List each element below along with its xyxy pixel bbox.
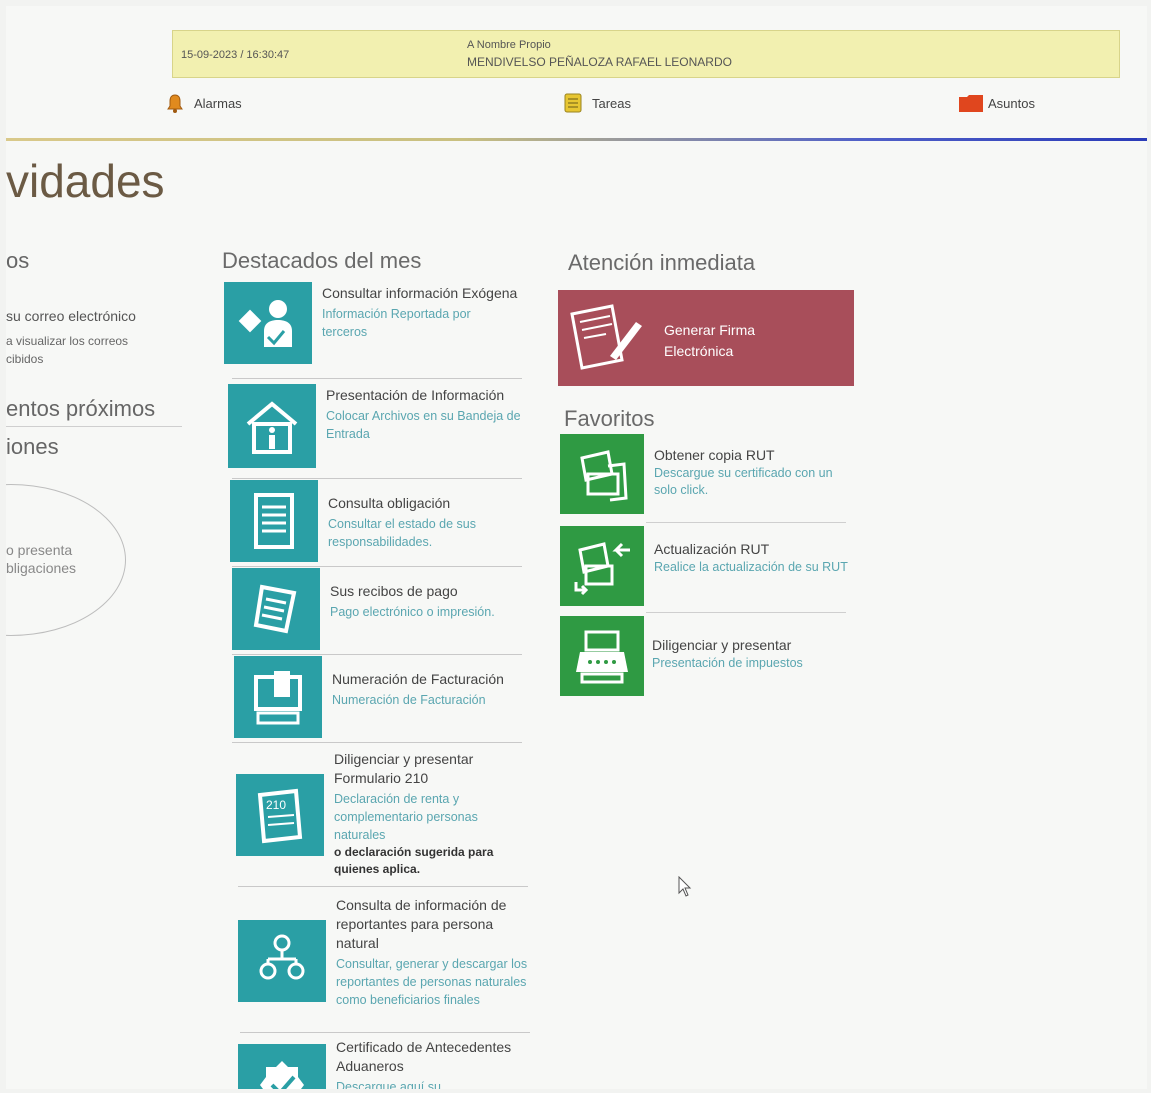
invoice-terminal-icon	[234, 656, 322, 738]
destacado-certificado[interactable]: Certificado de Antecedentes Aduaneros De…	[238, 1036, 530, 1089]
destacado-title: Presentación de Información	[326, 387, 505, 403]
destacado-title: Numeración de Facturación	[332, 671, 504, 687]
destacado-bold-note: o declaración sugerida para quienes apli…	[334, 845, 494, 876]
destacado-sub: Declaración de renta y complementario pe…	[334, 792, 478, 842]
tax-present-icon	[560, 616, 644, 696]
destacado-title: Consulta de información de reportantes p…	[336, 897, 507, 951]
separator	[238, 886, 528, 887]
mail-link[interactable]: su correo electrónico	[6, 308, 136, 324]
favorito-title: Obtener copia RUT	[654, 447, 775, 463]
destacado-title: Certificado de Antecedentes Aduaneros	[336, 1039, 512, 1074]
page-frame: 15-09-2023 / 16:30:47 A Nombre Propio ME…	[6, 6, 1147, 1089]
generar-firma-button[interactable]: Generar Firma Electrónica	[558, 290, 854, 386]
certificate-check-icon	[238, 1044, 326, 1089]
favorito-sub: Presentación de impuestos	[652, 656, 803, 670]
mouse-cursor-icon	[678, 876, 692, 897]
separator	[232, 478, 522, 479]
tasks-icon	[562, 92, 584, 114]
people-network-icon	[238, 920, 326, 1002]
nav-asuntos-label: Asuntos	[988, 95, 1035, 111]
destacado-title: Consultar información Exógena	[322, 285, 518, 301]
destacado-title: Diligenciar y presentar Formulario 210	[334, 751, 474, 786]
session-datetime: 15-09-2023 / 16:30:47	[181, 49, 290, 61]
nav-tareas-label: Tareas	[592, 95, 632, 111]
favorito-actualizacion-rut[interactable]: Actualización RUT Realice la actualizaci…	[560, 526, 850, 610]
favorito-sub: Descargue su certificado con un solo cli…	[654, 466, 833, 497]
document-list-icon	[230, 480, 318, 562]
nav-asuntos[interactable]: Asuntos	[958, 92, 1035, 114]
user-name: MENDIVELSO PEÑALOZA RAFAEL LEONARDO	[467, 55, 732, 69]
page-title: vidades	[6, 155, 165, 207]
destacados-heading: Destacados del mes	[222, 248, 422, 273]
destacado-exogena[interactable]: Consultar información Exógena Informació…	[224, 282, 518, 370]
rut-update-icon	[560, 526, 644, 606]
separator	[232, 378, 522, 379]
destacado-sub: Consultar, generar y descargar los repor…	[336, 957, 528, 1007]
favorito-title: Diligenciar y presentar	[652, 637, 792, 653]
atencion-heading: Atención inmediata	[568, 250, 756, 275]
signature-document-icon	[570, 304, 642, 370]
favorito-diligenciar[interactable]: Diligenciar y presentar Presentación de …	[560, 616, 850, 696]
favorito-title: Actualización RUT	[654, 541, 770, 557]
circle-text-2: bligaciones	[6, 560, 77, 576]
nav-tareas[interactable]: Tareas	[562, 92, 631, 114]
circle-text-1: o presenta	[6, 542, 73, 558]
nav-alarmas-label: Alarmas	[194, 95, 242, 111]
destacado-sub: Pago electrónico o impresión.	[330, 605, 495, 619]
svg-text:210: 210	[266, 798, 286, 812]
bell-icon	[164, 92, 186, 114]
obligations-heading: iones	[6, 434, 59, 459]
generar-firma-label-2: Electrónica	[664, 343, 734, 359]
destacado-sub: Consultar el estado de sus responsabilid…	[328, 517, 477, 549]
separator	[646, 612, 846, 613]
header-divider	[6, 138, 1147, 141]
destacado-reportantes[interactable]: Consulta de información de reportantes p…	[238, 894, 530, 1030]
receipt-icon	[232, 568, 320, 650]
destacado-recibos[interactable]: Sus recibos de pago Pago electrónico o i…	[232, 568, 524, 652]
destacado-numeracion[interactable]: Numeración de Facturación Numeración de …	[234, 656, 526, 740]
destacado-sub: Numeración de Facturación	[332, 693, 486, 707]
destacado-title: Sus recibos de pago	[330, 583, 458, 599]
favorito-sub: Realice la actualización de su RUT	[654, 560, 848, 574]
left-heading: os	[6, 248, 30, 273]
separator	[646, 522, 846, 523]
destacado-consulta-obligacion[interactable]: Consulta obligación Consultar el estado …	[230, 480, 522, 564]
favorito-copia-rut[interactable]: Obtener copia RUT Descargue su certifica…	[560, 434, 850, 518]
rut-copy-icon	[560, 434, 644, 514]
exogena-icon	[224, 282, 312, 364]
separator	[240, 1032, 530, 1033]
user-info-bar: 15-09-2023 / 16:30:47 A Nombre Propio ME…	[172, 30, 1120, 78]
folder-icon	[958, 92, 983, 114]
mode-label: A Nombre Propio	[467, 39, 551, 51]
events-divider	[6, 426, 182, 427]
favoritos-heading: Favoritos	[564, 406, 655, 431]
nav-alarmas[interactable]: Alarmas	[164, 92, 242, 114]
destacado-sub: Descargue aquí su	[336, 1080, 441, 1089]
generar-firma-label-1: Generar Firma	[664, 322, 756, 338]
destacado-sub: Colocar Archivos en su Bandeja de Entrad…	[326, 409, 521, 441]
house-info-icon	[228, 384, 316, 468]
destacado-formulario-210[interactable]: 210 Diligenciar y presentar Formulario 2…	[236, 748, 528, 882]
separator	[232, 566, 522, 567]
destacado-sub: Información Reportada por terceros	[322, 307, 471, 339]
mail-sub-2: cibidos	[6, 352, 44, 366]
destacado-presentacion[interactable]: Presentación de Información Colocar Arch…	[228, 384, 521, 472]
separator	[232, 654, 522, 655]
form-210-icon: 210	[236, 774, 324, 856]
events-heading: entos próximos	[6, 396, 156, 421]
destacado-title: Consulta obligación	[328, 495, 451, 511]
separator	[232, 742, 522, 743]
mail-sub-1: a visualizar los correos	[6, 334, 129, 348]
